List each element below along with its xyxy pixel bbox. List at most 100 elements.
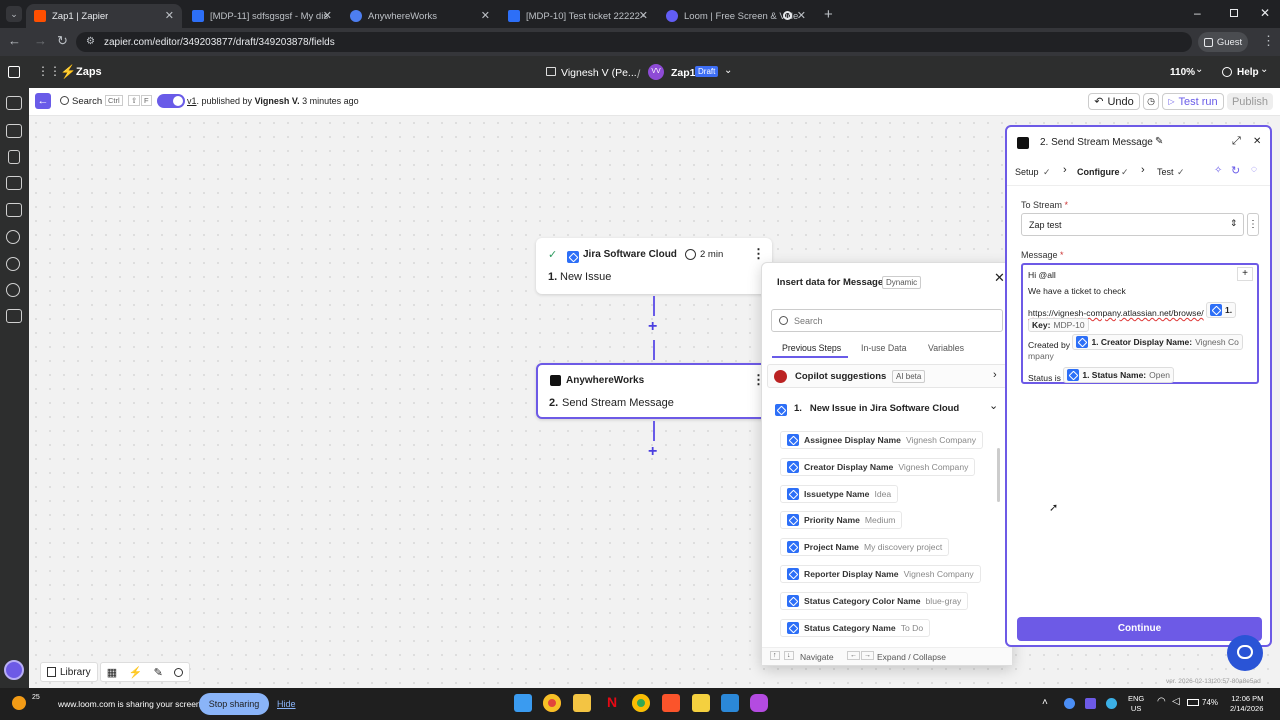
calendar-icon[interactable] — [6, 203, 22, 217]
reload-icon[interactable]: ↻ — [57, 33, 68, 49]
close-tab-icon[interactable]: ✕ — [481, 9, 490, 22]
zaps-link[interactable]: Zaps — [76, 66, 102, 78]
tray-app-icon[interactable] — [1085, 698, 1096, 709]
data-field-item[interactable]: Creator Display Name Vignesh Company — [780, 457, 976, 476]
back-button[interactable]: ← — [35, 93, 51, 109]
chevron-down-icon[interactable]: ⌄ — [1260, 64, 1268, 75]
wrench-icon[interactable]: ✎ — [154, 666, 163, 679]
publish-toggle[interactable] — [157, 94, 185, 108]
chat-icon[interactable] — [6, 176, 22, 190]
data-pill[interactable]: 1. Status Name: Open — [1063, 367, 1174, 383]
undo-button[interactable]: ↶ Undo — [1088, 93, 1140, 110]
netflix-icon[interactable]: N — [603, 694, 621, 712]
tab-variables[interactable]: Variables — [928, 343, 964, 353]
browser-tab-zapier[interactable]: Zap1 | Zapier ✕ — [26, 4, 182, 28]
apps-grid-icon[interactable]: ⋮⋮ — [37, 64, 61, 78]
magic-icon[interactable]: ✧ — [1214, 165, 1222, 176]
chevron-down-icon[interactable]: ⌄ — [724, 65, 732, 76]
history-button[interactable]: ◷ — [1143, 93, 1159, 110]
test-run-button[interactable]: ▷ Test run — [1162, 93, 1224, 110]
notes-icon[interactable] — [692, 694, 710, 712]
step-card-trigger[interactable]: ✓ Jira Software Cloud 2 min ⋮ 1. New Iss… — [536, 238, 772, 294]
tab-test[interactable]: Test — [1157, 167, 1174, 177]
browser-menu-icon[interactable]: ⋮ — [1262, 33, 1275, 49]
chevron-down-icon[interactable]: ⌄ — [1195, 64, 1203, 75]
data-field-item[interactable]: Status Category Name To Do — [780, 618, 931, 637]
forward-icon[interactable]: → — [34, 33, 47, 48]
search-input[interactable]: Search — [771, 309, 1003, 332]
data-field-item[interactable]: Status Category Color Name blue-gray — [780, 591, 969, 610]
tray-app-icon[interactable] — [1106, 698, 1117, 709]
home-icon[interactable] — [8, 66, 20, 78]
back-icon[interactable]: ← — [8, 33, 21, 48]
chat-bubble-button[interactable] — [1227, 635, 1263, 671]
chrome-icon[interactable] — [632, 694, 650, 712]
restore-icon[interactable] — [1230, 9, 1238, 17]
tab-setup[interactable]: Setup — [1015, 167, 1039, 177]
help-button[interactable]: Help — [1237, 67, 1259, 78]
publish-button[interactable]: Publish — [1227, 93, 1273, 110]
browser-tab-mdp11[interactable]: [MDP-11] sdfsgsgsf - My discov ✕ — [184, 4, 340, 28]
copilot-icon[interactable] — [750, 694, 768, 712]
layout-icon[interactable]: ▦ — [107, 666, 117, 679]
data-pill[interactable]: 1. — [1206, 302, 1237, 318]
settings-icon[interactable] — [6, 283, 20, 297]
close-tab-icon[interactable]: ✕ — [797, 9, 806, 22]
comment-icon[interactable]: ◌ — [1251, 164, 1257, 175]
url-field[interactable]: ⚙ zapier.com/editor/349203877/draft/3492… — [76, 32, 1192, 52]
browser-tab-mdp10[interactable]: [MDP-10] Test ticket 22222 - M ✕ — [500, 4, 656, 28]
field-options-button[interactable]: ⋮ — [1247, 213, 1259, 236]
search-icon[interactable] — [174, 667, 184, 677]
add-step-icon[interactable]: + — [648, 318, 657, 336]
refresh-icon[interactable]: ↻ — [1231, 164, 1240, 177]
archive-icon[interactable] — [6, 309, 22, 323]
stop-sharing-button[interactable]: Stop sharing — [199, 693, 269, 715]
version-link[interactable]: v1 — [187, 96, 197, 106]
zap-name[interactable]: Zap1 — [671, 67, 696, 79]
status-icon[interactable] — [6, 257, 20, 271]
language-indicator[interactable]: ENG US — [1128, 694, 1144, 714]
close-icon[interactable]: ✕ — [994, 270, 1005, 286]
tab-configure[interactable]: Configure — [1077, 167, 1120, 177]
folder-breadcrumb[interactable]: Vignesh V (Pe... — [561, 67, 637, 79]
close-tab-icon[interactable]: ✕ — [165, 9, 174, 22]
guest-profile-button[interactable]: Guest — [1198, 32, 1248, 52]
close-tab-icon[interactable]: ✕ — [323, 9, 332, 22]
browser-tab-loom[interactable]: Loom | Free Screen & Vide ✕ — [658, 4, 814, 28]
insert-data-icon[interactable]: + — [1237, 267, 1253, 281]
scrollbar[interactable] — [997, 448, 1000, 502]
edit-icon[interactable]: ✎ — [1155, 136, 1163, 147]
tab-previous-steps[interactable]: Previous Steps — [782, 343, 841, 353]
tray-app-icon[interactable] — [1064, 698, 1075, 709]
continue-button[interactable]: Continue — [1017, 617, 1262, 641]
brave-icon[interactable] — [662, 694, 680, 712]
data-field-item[interactable]: Reporter Display Name Vignesh Company — [780, 565, 981, 583]
site-info-icon[interactable]: ⚙ — [86, 36, 95, 47]
document-icon[interactable] — [8, 150, 20, 164]
windows-start-icon[interactable] — [514, 694, 532, 712]
add-step-icon[interactable]: + — [648, 443, 657, 461]
data-pill[interactable]: Key: MDP-10 — [1028, 318, 1089, 332]
to-stream-select[interactable]: Zap test ⇕ — [1021, 213, 1244, 236]
message-editor[interactable]: + Hi @all We have a ticket to check http… — [1021, 263, 1259, 384]
remote-desktop-icon[interactable] — [721, 694, 739, 712]
library-button[interactable]: Library — [40, 662, 98, 682]
history-icon[interactable] — [6, 230, 20, 244]
step-card-action[interactable]: AnywhereWorks ⋮ 2. Send Stream Message — [536, 363, 772, 419]
inbox-icon[interactable] — [6, 124, 22, 138]
data-field-item[interactable]: Project Name My discovery project — [780, 538, 950, 557]
chrome-icon[interactable] — [543, 694, 561, 712]
copilot-suggestions-row[interactable]: Copilot suggestions AI beta › — [767, 364, 1007, 388]
file-explorer-icon[interactable] — [573, 694, 591, 712]
close-icon[interactable]: ✕ — [1253, 136, 1261, 147]
close-tab-icon[interactable]: ✕ — [639, 9, 648, 22]
wifi-icon[interactable]: ◠ — [1157, 696, 1166, 707]
volume-icon[interactable]: ◁ — [1172, 696, 1180, 707]
bolt-icon[interactable]: ⚡ — [129, 666, 143, 679]
data-field-item[interactable]: Issuetype Name Idea — [780, 484, 899, 503]
hide-link[interactable]: Hide — [277, 699, 296, 709]
tab-search-icon[interactable]: ⌄ — [6, 6, 22, 22]
data-pill[interactable]: 1. Creator Display Name: Vignesh Co — [1072, 334, 1243, 350]
new-tab-icon[interactable]: + — [824, 6, 833, 23]
tray-chevron-up-icon[interactable]: ˄ — [1042, 697, 1048, 708]
